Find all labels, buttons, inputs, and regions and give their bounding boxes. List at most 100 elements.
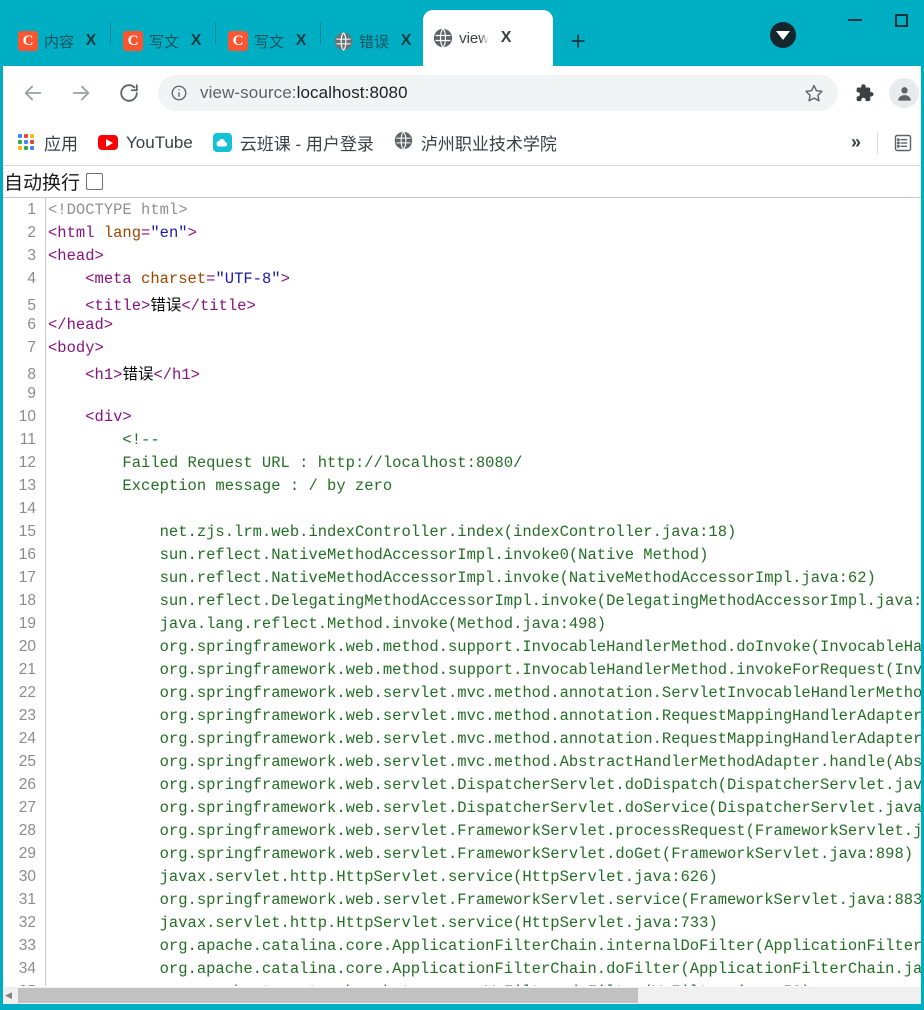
browser-tab-1[interactable]: C 内容 X: [8, 16, 108, 66]
line-content: org.springframework.web.servlet.Framewor…: [38, 845, 913, 863]
source-line: 11 <!--: [0, 431, 924, 454]
line-number: 15: [18, 523, 36, 540]
apps-grid-icon: [18, 133, 36, 152]
line-content: <h1>错误</h1>: [38, 362, 200, 384]
line-content: javax.servlet.http.HttpServlet.service(H…: [38, 914, 718, 932]
line-content: org.springframework.web.servlet.Framewor…: [38, 891, 924, 909]
tab-close-icon[interactable]: X: [290, 30, 312, 52]
bookmark-label: 云班课 - 用户登录: [239, 135, 374, 154]
tab-title: 写文: [149, 33, 180, 51]
line-number: 30: [18, 868, 36, 885]
forward-button[interactable]: [62, 74, 100, 112]
source-line: 31 org.springframework.web.servlet.Frame…: [0, 891, 924, 914]
back-button[interactable]: [14, 74, 52, 112]
bookmark-star-icon[interactable]: [804, 83, 824, 103]
source-line: 34 org.apache.catalina.core.ApplicationF…: [0, 960, 924, 983]
code-token-tag: =: [141, 224, 151, 242]
source-code-lines[interactable]: 1 <!DOCTYPE html> 2 <html lang="en"> 3 <head>…: [0, 201, 924, 986]
line-number: 1: [27, 201, 36, 218]
tab-list: C 内容 X C 写文 X C 写文 X 错误 X view X +: [0, 0, 595, 66]
line-number: 26: [18, 776, 36, 793]
line-number: 10: [18, 408, 36, 425]
tab-strip: C 内容 X C 写文 X C 写文 X 错误 X view X +: [0, 0, 924, 66]
source-line: 5 <title>错误</title>: [0, 293, 924, 316]
minimize-button[interactable]: [832, 3, 878, 37]
tab-separator: [215, 22, 217, 44]
code-token-cmt: org.springframework.web.servlet.mvc.meth…: [159, 730, 924, 748]
line-content: org.springframework.web.servlet.mvc.meth…: [38, 684, 924, 702]
line-number: 28: [18, 822, 36, 839]
bookmark-youtube[interactable]: YouTube: [88, 126, 203, 160]
scrollbar-thumb[interactable]: [18, 988, 638, 1003]
line-content: org.springframework.web.servlet.Framewor…: [38, 822, 924, 840]
profile-avatar[interactable]: [884, 73, 924, 113]
line-content: <body>: [38, 339, 104, 357]
code-token-tag: </head>: [48, 316, 114, 334]
line-content: Failed Request URL : http://localhost:80…: [38, 454, 522, 472]
line-number: 32: [18, 914, 36, 931]
tab-close-icon[interactable]: X: [80, 30, 102, 52]
code-token-tag: </title>: [181, 297, 256, 315]
source-line: 2 <html lang="en">: [0, 224, 924, 247]
line-number: 24: [18, 730, 36, 747]
tab-search-icon[interactable]: [770, 22, 796, 48]
browser-tab-4[interactable]: 错误 X: [323, 16, 423, 66]
line-number: 12: [18, 454, 36, 471]
code-token-tag: <html: [48, 224, 104, 242]
line-content: javax.servlet.http.HttpServlet.service(H…: [38, 868, 718, 886]
line-number: 7: [27, 339, 36, 356]
line-content: <!--: [38, 431, 159, 449]
bookmark-luzhou-college[interactable]: 泸州职业技术学院: [384, 126, 567, 160]
code-token-cmt: Exception message : / by zero: [48, 477, 393, 495]
reload-button[interactable]: [110, 74, 148, 112]
line-content: <head>: [38, 247, 104, 265]
line-content: org.springframework.web.servlet.Dispatch…: [38, 799, 924, 817]
line-wrap-checkbox[interactable]: [86, 173, 104, 190]
tab-close-icon[interactable]: X: [185, 30, 207, 52]
line-number: 18: [18, 592, 36, 609]
code-token-cmt: org.springframework.web.servlet.mvc.meth…: [159, 753, 924, 771]
line-content: org.springframework.web.method.support.I…: [38, 661, 924, 679]
browser-toolbar: view-source:localhost:8080: [0, 66, 924, 178]
extensions-icon[interactable]: [844, 73, 884, 113]
new-tab-button[interactable]: +: [561, 24, 595, 58]
code-token-tag: <h1>: [85, 366, 123, 384]
source-line: 22 org.springframework.web.servlet.mvc.m…: [0, 684, 924, 707]
line-number: 34: [18, 960, 36, 977]
line-content: org.apache.catalina.core.ApplicationFilt…: [38, 960, 924, 978]
bookmark-yunbanke[interactable]: 云班课 - 用户登录: [203, 126, 384, 160]
tab-title: 写文: [254, 33, 285, 51]
reading-list-icon[interactable]: [882, 126, 924, 160]
bookmarks-overflow-button[interactable]: »: [839, 126, 873, 160]
tab-close-icon[interactable]: X: [395, 30, 417, 52]
address-bar[interactable]: view-source:localhost:8080: [158, 75, 838, 111]
source-line: 21 org.springframework.web.method.suppor…: [0, 661, 924, 684]
maximize-button[interactable]: [878, 3, 924, 37]
line-number: 29: [18, 845, 36, 862]
source-line: 15 net.zjs.lrm.web.indexController.index…: [0, 523, 924, 546]
code-token-cmt: javax.servlet.http.HttpServlet.service(H…: [48, 868, 718, 886]
window-controls: [832, 0, 924, 40]
url-host: localhost:8080: [296, 83, 408, 102]
line-content: org.springframework.web.servlet.Dispatch…: [38, 776, 924, 794]
bookmark-apps[interactable]: 应用: [8, 126, 88, 160]
browser-tab-2[interactable]: C 写文 X: [113, 16, 213, 66]
site-info-icon[interactable]: [170, 84, 188, 102]
line-number: 2: [27, 224, 36, 241]
line-number: 35: [0, 983, 38, 986]
line-content: net.zjs.lrm.web.indexController.index(in…: [38, 523, 737, 541]
tab-title: 内容: [44, 33, 75, 51]
source-line: 24 org.springframework.web.servlet.mvc.m…: [0, 730, 924, 753]
code-token-cmt: org.springframework.web.servlet.Dispatch…: [48, 776, 924, 794]
source-line: 3 <head>: [0, 247, 924, 270]
code-token-cmt: org.apache.catalina.core.ApplicationFilt…: [159, 937, 924, 955]
tab-close-icon[interactable]: X: [495, 27, 517, 49]
browser-tab-5-active[interactable]: view X: [423, 10, 554, 66]
code-token-cmt: Failed Request URL : http://localhost:80…: [48, 454, 523, 472]
browser-tab-3[interactable]: C 写文 X: [218, 16, 318, 66]
code-token-cmt: org.springframework.web.servlet.mvc.meth…: [159, 684, 924, 702]
bookmark-label: 应用: [44, 135, 78, 154]
horizontal-scrollbar[interactable]: ◀: [0, 987, 924, 1004]
line-content: org.springframework.web.servlet.mvc.meth…: [38, 753, 924, 771]
